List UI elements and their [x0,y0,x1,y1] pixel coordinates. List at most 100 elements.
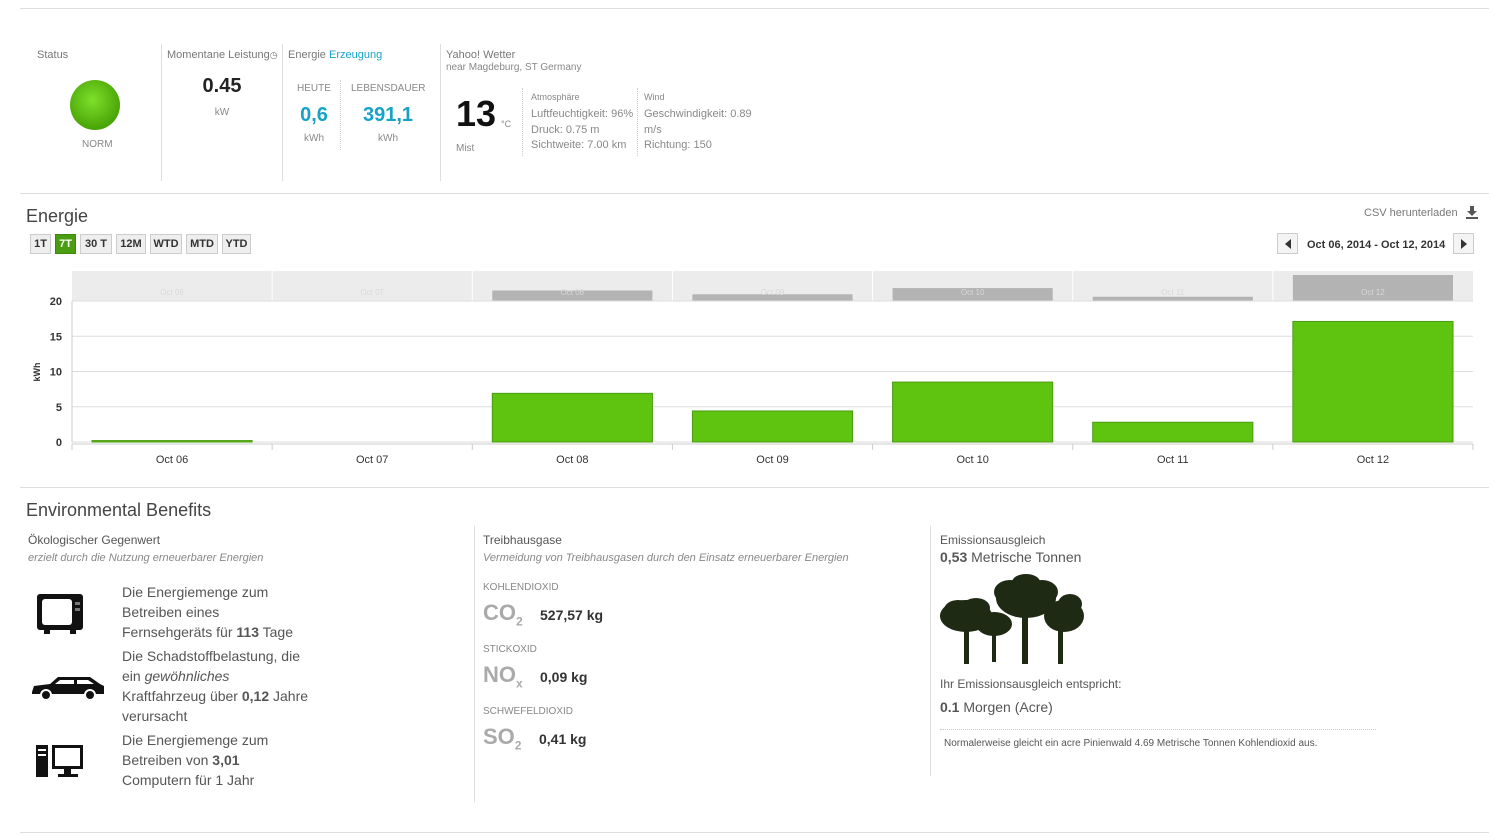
acre-amount: 0.1 Morgen (Acre) [940,699,1053,715]
x-tick-label: Oct 08 [556,454,588,466]
lifetime-value: 391,1 [362,104,414,126]
wind-speed: Geschwindigkeit: 0.89 [644,108,752,120]
weather-condition: Mist [456,143,475,154]
bar [892,381,1054,443]
download-icon[interactable] [1465,205,1479,219]
offset-equivalent: Ihr Emissionsausgleich entspricht: [940,677,1122,691]
y-axis-label: kWh [32,363,42,382]
range-button-12m[interactable]: 12M [116,234,146,254]
wind-unit: m/s [644,124,662,136]
top-divider [20,8,1489,9]
car-benefit: Die Schadstoffbelastung, die ein gewöhnl… [122,648,309,724]
divider [440,44,441,181]
today-unit: kWh [304,133,324,144]
energy-chart: Oct 06 Oct 07 Oct 08 Oct 09 Oct 10 Oct 11 Oct … [32,271,1474,466]
pressure: Druck: 0.75 m [531,124,600,136]
navigator-label: Oct 09 [761,288,785,297]
eco-subtitle: erzielt durch die Nutzung erneuerbarer E… [28,552,264,564]
power-unit: kW [214,107,230,118]
nox-symbol: NOx [483,662,523,691]
visibility: Sichtweite: 7.00 km [531,139,627,151]
navigator-label: Oct 06 [160,288,184,297]
co2-symbol: CO2 [483,600,523,629]
divider [930,526,931,776]
bar [1092,421,1254,443]
divider [20,193,1489,194]
y-tick-label: 10 [50,367,62,379]
navigator-label: Oct 07 [360,288,384,297]
status-label: Status [37,49,69,61]
weather-title: Yahoo! Wetter [446,49,516,61]
so2-symbol: SO2 [483,724,522,753]
today-label: HEUTE [297,83,331,94]
bar [1292,320,1454,443]
weather-temp: 13 [456,93,497,134]
divider [940,729,1376,730]
so2-value: 0,41 kg [539,731,587,747]
nox-value: 0,09 kg [540,669,588,685]
today-value: 0,6 [300,104,328,126]
navigator-label: Oct 08 [561,288,585,297]
y-tick-label: 15 [50,331,62,343]
csv-download-link[interactable]: CSV herunterladen [1364,207,1458,219]
range-button-7t[interactable]: 7T [55,234,76,254]
co2-label: KOHLENDIOXID [483,582,559,593]
status-state: NORM [82,139,113,150]
range-button-30t[interactable]: 30 T [80,234,112,254]
x-tick-label: Oct 07 [356,454,388,466]
x-tick-label: Oct 06 [156,454,188,466]
divider [20,487,1489,488]
power-value: 0.45 [202,75,242,97]
ghg-title: Treibhausgase [483,533,562,547]
date-range: Oct 06, 2014 - Oct 12, 2014 [1307,239,1446,251]
navigator-bar [1092,296,1253,301]
tv-icon [37,594,83,634]
range-button-ytd[interactable]: YTD [222,234,251,254]
weather-location: near Magdeburg, ST Germany [446,62,582,73]
nox-label: STICKOXID [483,644,537,655]
bar [691,410,854,443]
power-label: Momentane Leistung◷ [167,49,278,61]
range-button-wtd[interactable]: WTD [150,234,182,254]
prev-range-button[interactable] [1277,233,1298,254]
divider [522,88,523,156]
divider [340,80,341,150]
offset-amount: 0,53 Metrische Tonnen [940,549,1082,565]
tv-benefit: Die Energiemenge zum Betreiben eines Fer… [122,584,293,640]
energy-label: Energie Erzeugung [288,49,383,61]
lifetime-unit: kWh [378,133,398,144]
range-button-1t[interactable]: 1T [30,234,51,254]
so2-label: SCHWEFELDIOXID [483,706,574,717]
x-tick-label: Oct 12 [1357,454,1389,466]
energy-link[interactable]: Erzeugung [329,49,382,61]
x-tick-label: Oct 10 [956,454,988,466]
env-title: Environmental Benefits [26,500,212,520]
bottom-divider [20,832,1489,833]
divider [637,88,638,156]
x-tick-label: Oct 11 [1157,454,1189,466]
chevron-left-icon [1285,239,1291,249]
atmosphere-label: Atmosphäre [531,92,580,102]
range-button-mtd[interactable]: MTD [186,234,218,254]
status-indicator [70,80,120,130]
divider [282,44,283,181]
y-tick-label: 5 [56,402,62,414]
ghg-subtitle: Vermeidung von Treibhausgasen durch den … [483,552,849,564]
divider [474,526,475,802]
next-range-button[interactable] [1453,233,1474,254]
computer-benefit: Die Energiemenge zum Betreiben von 3,01 … [122,732,269,788]
offset-title: Emissionsausgleich [940,533,1046,547]
lifetime-label: LEBENSDAUER [351,83,426,94]
navigator-label: Oct 10 [961,288,985,297]
bar [91,440,253,443]
humidity: Luftfeuchtigkeit: 96% [531,108,634,120]
weather-temp-unit: °C [501,119,512,129]
x-tick-label: Oct 09 [756,454,788,466]
y-tick-label: 20 [50,296,62,308]
clock-icon: ◷ [269,50,278,60]
navigator-label: Oct 11 [1161,288,1185,297]
car-icon [32,677,104,701]
trees-icon [940,574,1084,664]
co2-value: 527,57 kg [540,607,604,623]
computer-icon [36,745,83,777]
